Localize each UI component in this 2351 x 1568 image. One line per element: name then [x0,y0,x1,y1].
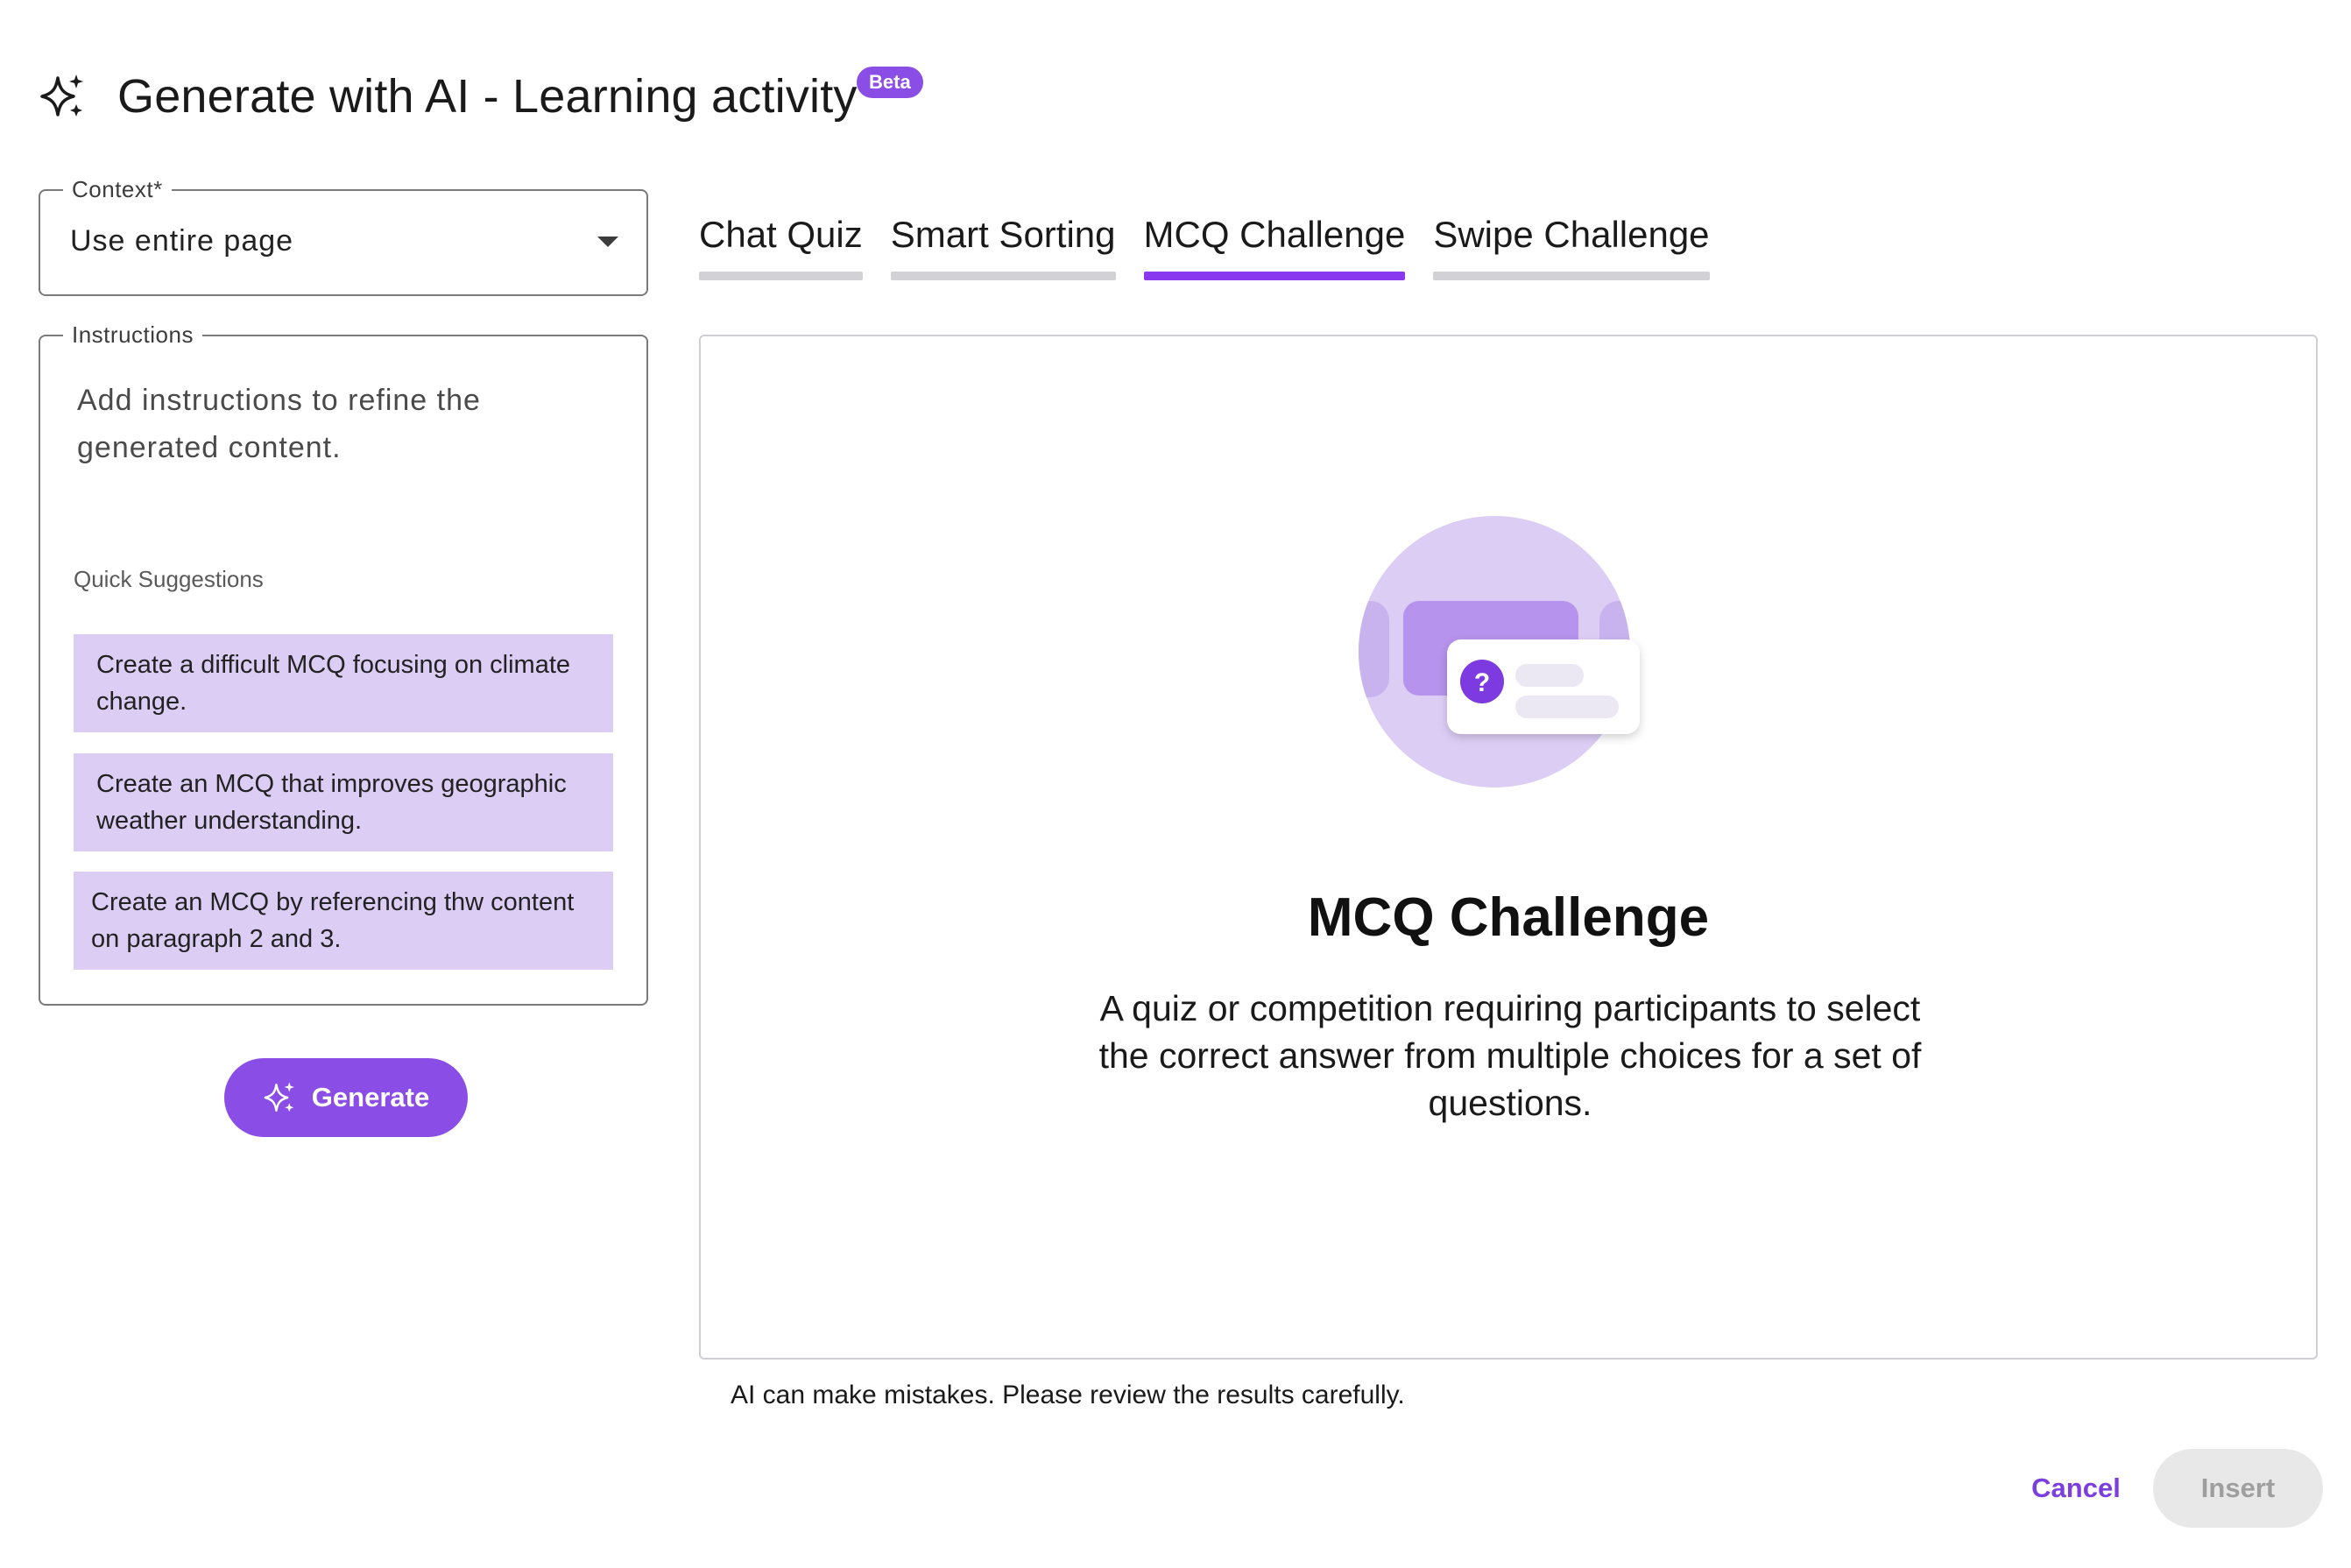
tab-swipe-challenge[interactable]: Swipe Challenge [1433,214,1710,280]
activity-preview-panel: ? MCQ Challenge A quiz or competition re… [699,335,2318,1360]
panel-title: MCQ Challenge [1307,887,1710,948]
cancel-button[interactable]: Cancel [2015,1449,2137,1528]
generate-button-label: Generate [311,1082,430,1112]
svg-text:?: ? [1474,668,1490,697]
sparkle-icon [264,1082,294,1112]
instructions-field[interactable]: Instructions Add instructions to refine … [39,321,648,1006]
context-value: Use entire page [70,224,294,258]
tab-underline [1433,272,1710,280]
tab-label: Swipe Challenge [1433,214,1710,255]
insert-button[interactable]: Insert [2153,1449,2323,1528]
tab-underline-active [1143,272,1406,280]
quick-suggestions-label: Quick Suggestions [74,566,264,592]
tab-label: Chat Quiz [699,214,863,255]
dialog-header: Generate with AI - Learning activity [39,61,858,131]
generate-button[interactable]: Generate [224,1058,468,1137]
suggestion-chip[interactable]: Create a difficult MCQ focusing on clima… [74,634,613,732]
ai-disclaimer: AI can make mistakes. Please review the … [731,1381,1405,1409]
ai-generate-dialog: Generate with AI - Learning activity Bet… [0,0,2351,1568]
tab-chat-quiz[interactable]: Chat Quiz [699,214,863,280]
context-select[interactable]: Context* Use entire page [39,176,648,296]
instructions-label: Instructions [63,321,202,349]
chevron-down-icon [597,237,618,247]
tab-underline [890,272,1116,280]
panel-description: A quiz or competition requiring particip… [1098,988,1922,1123]
tab-underline [699,272,863,280]
tab-mcq-challenge[interactable]: MCQ Challenge [1143,214,1406,280]
tab-smart-sorting[interactable]: Smart Sorting [890,214,1116,280]
tab-label: MCQ Challenge [1143,214,1406,255]
instructions-placeholder: Add instructions to refine the generated… [77,384,481,464]
suggestion-chip[interactable]: Create an MCQ that improves geographic w… [74,753,613,851]
context-label: Context* [63,176,172,203]
sparkle-icon [40,74,83,117]
suggestion-chip[interactable]: Create an MCQ by referencing thw content… [74,872,613,970]
tab-label: Smart Sorting [890,214,1116,255]
beta-badge: Beta [857,67,923,98]
activity-tabs: Chat Quiz Smart Sorting MCQ Challenge Sw… [699,214,1738,280]
dialog-title: Generate with AI - Learning activity [117,70,858,123]
mcq-illustration: ? [1359,516,1640,788]
